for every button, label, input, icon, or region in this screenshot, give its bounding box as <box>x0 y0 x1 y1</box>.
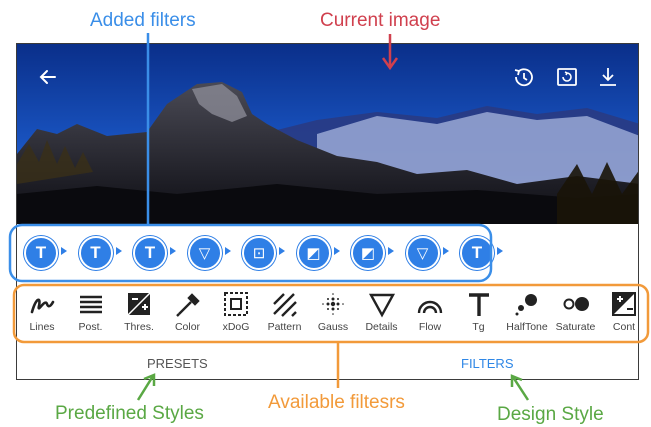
pipeline-node[interactable]: T <box>460 236 494 270</box>
gauss-icon <box>318 290 348 318</box>
tab-presets[interactable]: PRESETS <box>147 356 208 371</box>
annotation-added-filters: Added filters <box>90 10 196 31</box>
pipeline-node[interactable]: T <box>78 236 113 270</box>
available-filters-bar: Lines Post. Thres. Color xDoG Pattern Gauss Det… <box>17 282 638 340</box>
history-icon <box>514 68 533 87</box>
annotation-predefined-styles: Predefined Styles <box>55 403 204 424</box>
compare-icon <box>557 68 577 86</box>
pipeline-node[interactable]: ⊡ <box>242 236 276 270</box>
app-screen: T T T ▽ ⊡ ◩ ◩ ▽ T Lines Post. Thres. Color xDoG Patte… <box>16 43 639 380</box>
tab-bar: PRESETS FILTERS <box>17 344 638 379</box>
lines-icon <box>27 290 57 318</box>
annotation-design-style: Design Style <box>497 404 604 425</box>
tg-icon <box>464 290 494 318</box>
added-filters-pipeline: T T T ▽ ⊡ ◩ ◩ ▽ T <box>17 227 638 277</box>
filter-label: Cont <box>612 321 636 333</box>
contrast-icon <box>609 290 638 318</box>
pipeline-arrow <box>442 247 449 255</box>
history-button[interactable] <box>510 64 536 90</box>
pipeline-node[interactable]: ▽ <box>187 236 222 270</box>
pipeline-arrow <box>497 247 503 255</box>
pipeline-arrow <box>279 247 285 255</box>
details-icon <box>367 290 397 318</box>
pipeline-node[interactable]: ▽ <box>405 236 440 270</box>
download-button[interactable] <box>595 64 621 90</box>
pipeline-arrow <box>388 247 394 255</box>
xdog-icon <box>221 290 251 318</box>
pipeline-node[interactable]: ◩ <box>296 236 331 270</box>
compare-button[interactable] <box>554 64 580 90</box>
pipeline-arrow <box>170 247 176 255</box>
pipeline-node[interactable]: T <box>133 236 167 270</box>
posterize-icon <box>76 290 106 318</box>
pipeline-node[interactable]: ◩ <box>351 236 385 270</box>
tab-filters[interactable]: FILTERS <box>461 356 514 371</box>
pattern-icon <box>270 290 300 318</box>
annotation-available-filters: Available filtesrs <box>268 392 405 413</box>
annotation-current-image: Current image <box>320 10 441 31</box>
pipeline-arrow <box>333 247 340 255</box>
download-icon <box>600 68 616 86</box>
flow-icon <box>415 290 445 318</box>
pipeline-arrow <box>224 247 231 255</box>
back-button[interactable] <box>35 64 61 90</box>
threshold-icon <box>124 290 154 318</box>
saturate-icon <box>561 290 591 318</box>
color-picker-icon <box>173 290 203 318</box>
pipeline-arrow <box>115 247 122 255</box>
pipeline-arrow <box>61 247 67 255</box>
halftone-icon <box>512 290 542 318</box>
filter-item-cont[interactable]: Cont <box>596 282 638 340</box>
pipeline-node[interactable]: T <box>24 236 58 270</box>
current-image <box>17 44 638 224</box>
arrow-left-icon <box>39 70 56 84</box>
